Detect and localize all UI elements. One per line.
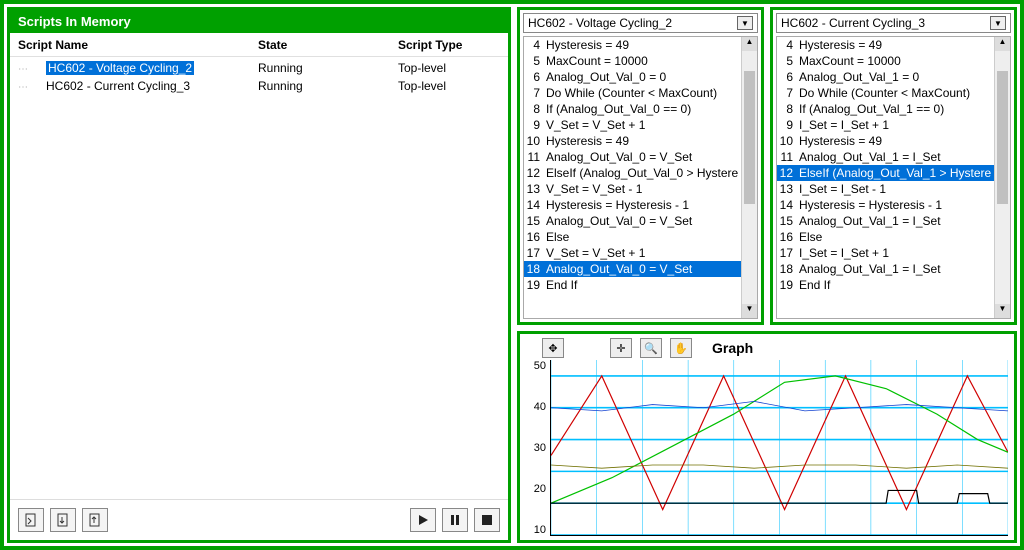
y-tick: 40: [526, 401, 546, 413]
graph-toolbar: ✥ ✛ 🔍 ✋ Graph: [526, 338, 1008, 358]
code-line[interactable]: 16 Else: [524, 229, 741, 245]
code-line[interactable]: 10 Hysteresis = 49: [777, 133, 994, 149]
table-row[interactable]: ⋯HC602 - Current Cycling_3RunningTop-lev…: [10, 77, 508, 95]
table-body: ⋯HC602 - Voltage Cycling_2RunningTop-lev…: [10, 57, 508, 499]
code-line[interactable]: 16 Else: [777, 229, 994, 245]
code-line[interactable]: 11 Analog_Out_Val_1 = I_Set: [777, 149, 994, 165]
col-state[interactable]: State: [258, 38, 398, 52]
code-list-a[interactable]: ▲▼ 4Hysteresis = 495MaxCount = 100006Ana…: [523, 36, 758, 319]
plot-area[interactable]: [550, 360, 1008, 536]
zoom-tool-button[interactable]: 🔍: [640, 338, 662, 358]
crosshair-tool-button[interactable]: ✛: [610, 338, 632, 358]
pan-tool-button[interactable]: ✋: [670, 338, 692, 358]
script-select-a[interactable]: HC602 - Voltage Cycling_2 ▼: [523, 13, 758, 33]
code-line[interactable]: 15 Analog_Out_Val_1 = I_Set: [777, 213, 994, 229]
graph-settings-button[interactable]: ✥: [542, 338, 564, 358]
export-script-button[interactable]: [82, 508, 108, 532]
script-b-title: HC602 - Current Cycling_3: [781, 16, 925, 30]
code-line[interactable]: 6Analog_Out_Val_0 = 0: [524, 69, 741, 85]
code-line[interactable]: 8 If (Analog_Out_Val_0 == 0): [524, 101, 741, 117]
script-viewer-b: HC602 - Current Cycling_3 ▼ ▲▼ 4Hysteres…: [770, 7, 1017, 325]
code-line[interactable]: 14 Hysteresis = Hysteresis - 1: [777, 197, 994, 213]
y-tick: 20: [526, 483, 546, 495]
pause-button[interactable]: [442, 508, 468, 532]
code-line[interactable]: 11 Analog_Out_Val_0 = V_Set: [524, 149, 741, 165]
y-tick: 30: [526, 442, 546, 454]
code-line[interactable]: 13 V_Set = V_Set - 1: [524, 181, 741, 197]
col-script-type[interactable]: Script Type: [398, 38, 500, 52]
script-viewer-a: HC602 - Voltage Cycling_2 ▼ ▲▼ 4Hysteres…: [517, 7, 764, 325]
code-line[interactable]: 19 End If: [777, 277, 994, 293]
playback-buttons: [410, 508, 500, 532]
code-line[interactable]: 5MaxCount = 10000: [524, 53, 741, 69]
code-line[interactable]: 18 Analog_Out_Val_0 = V_Set: [524, 261, 741, 277]
code-line[interactable]: 4Hysteresis = 49: [524, 37, 741, 53]
code-line[interactable]: 4Hysteresis = 49: [777, 37, 994, 53]
panel-header: Scripts In Memory: [10, 10, 508, 33]
y-axis: 50 40 30 20 10: [526, 360, 550, 536]
graph-title: Graph: [712, 340, 753, 356]
table-row[interactable]: ⋯HC602 - Voltage Cycling_2RunningTop-lev…: [10, 59, 508, 77]
code-line[interactable]: 9 I_Set = I_Set + 1: [777, 117, 994, 133]
bottom-toolbar: [10, 499, 508, 540]
code-line[interactable]: 9 V_Set = V_Set + 1: [524, 117, 741, 133]
import-script-button[interactable]: [50, 508, 76, 532]
graph-panel: ✥ ✛ 🔍 ✋ Graph 50 40 30 20 10: [517, 331, 1017, 543]
code-line[interactable]: 5MaxCount = 10000: [777, 53, 994, 69]
y-tick: 10: [526, 524, 546, 536]
code-line[interactable]: 7Do While (Counter < MaxCount): [524, 85, 741, 101]
script-select-b[interactable]: HC602 - Current Cycling_3 ▼: [776, 13, 1011, 33]
code-line[interactable]: 17 I_Set = I_Set + 1: [777, 245, 994, 261]
code-line[interactable]: 12 ElseIf (Analog_Out_Val_1 > Hystere: [777, 165, 994, 181]
play-button[interactable]: [410, 508, 436, 532]
stop-button[interactable]: [474, 508, 500, 532]
y-tick: 50: [526, 360, 546, 372]
code-line[interactable]: 8 If (Analog_Out_Val_1 == 0): [777, 101, 994, 117]
code-line[interactable]: 19 End If: [524, 277, 741, 293]
col-script-name[interactable]: Script Name: [18, 38, 258, 52]
code-line[interactable]: 6Analog_Out_Val_1 = 0: [777, 69, 994, 85]
new-script-button[interactable]: [18, 508, 44, 532]
scripts-in-memory-panel: Scripts In Memory Script Name State Scri…: [7, 7, 511, 543]
code-line[interactable]: 13 I_Set = I_Set - 1: [777, 181, 994, 197]
chevron-down-icon: ▼: [737, 16, 753, 30]
code-line[interactable]: 18 Analog_Out_Val_1 = I_Set: [777, 261, 994, 277]
scrollbar-a[interactable]: ▲▼: [741, 37, 757, 318]
chevron-down-icon: ▼: [990, 16, 1006, 30]
code-list-b[interactable]: ▲▼ 4Hysteresis = 495MaxCount = 100006Ana…: [776, 36, 1011, 319]
code-line[interactable]: 12 ElseIf (Analog_Out_Val_0 > Hystere: [524, 165, 741, 181]
code-line[interactable]: 7Do While (Counter < MaxCount): [777, 85, 994, 101]
script-a-title: HC602 - Voltage Cycling_2: [528, 16, 672, 30]
code-line[interactable]: 10 Hysteresis = 49: [524, 133, 741, 149]
code-line[interactable]: 14 Hysteresis = Hysteresis - 1: [524, 197, 741, 213]
code-line[interactable]: 15 Analog_Out_Val_0 = V_Set: [524, 213, 741, 229]
table-header: Script Name State Script Type: [10, 33, 508, 57]
file-buttons: [18, 508, 108, 532]
code-line[interactable]: 17 V_Set = V_Set + 1: [524, 245, 741, 261]
scrollbar-b[interactable]: ▲▼: [994, 37, 1010, 318]
